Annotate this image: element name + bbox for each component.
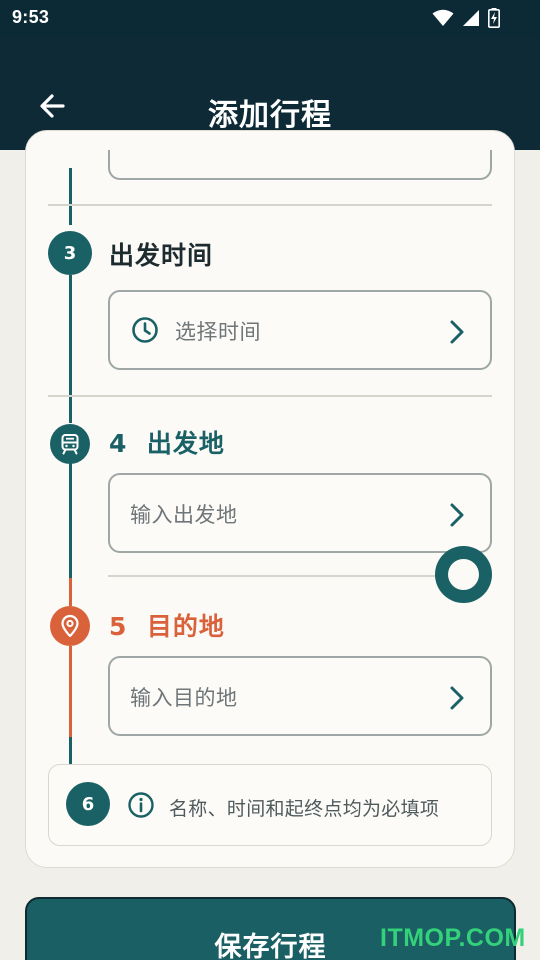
signal-icon [462, 9, 480, 31]
destination-title: 目的地 [146, 612, 225, 641]
chevron-right-icon [450, 320, 464, 344]
section-divider [108, 575, 438, 577]
destination-field[interactable]: 输入目的地 [108, 656, 492, 736]
step-number-3: 3 [48, 231, 92, 275]
status-time: 9:53 [12, 7, 50, 27]
timeline-line [69, 275, 72, 423]
timeline-line [69, 460, 72, 578]
origin-field[interactable]: 输入出发地 [108, 473, 492, 553]
step-number-4: 4 [109, 429, 128, 458]
required-note-box: 名称、时间和起终点均为必填项 [48, 764, 492, 846]
section-divider [48, 395, 492, 397]
step-number-6: 6 [66, 782, 110, 826]
section-title-destination: 5 目的地 [109, 607, 225, 643]
timeline-line [69, 646, 72, 737]
departure-time-field[interactable]: 选择时间 [108, 290, 492, 370]
destination-placeholder: 输入目的地 [130, 686, 238, 710]
previous-field[interactable] [108, 150, 492, 180]
train-icon [50, 424, 90, 464]
info-icon [127, 791, 155, 823]
section-title-origin: 4 出发地 [109, 424, 225, 460]
section-divider [48, 204, 492, 206]
timeline-line [69, 168, 72, 225]
wifi-icon [432, 9, 454, 31]
required-note-text: 名称、时间和起终点均为必填项 [169, 798, 440, 820]
origin-title: 出发地 [146, 429, 225, 458]
battery-charging-icon [488, 8, 500, 32]
page-title: 添加行程 [208, 98, 332, 133]
location-pin-icon [50, 606, 90, 646]
fab-inner-circle [448, 559, 479, 590]
status-icons [432, 8, 500, 32]
departure-time-placeholder: 选择时间 [175, 320, 261, 344]
watermark-logo: ITMOP.COM [380, 924, 526, 952]
section-title-departure-time: 出发时间 [109, 241, 214, 270]
step-number-5: 5 [109, 612, 128, 641]
chevron-right-icon [450, 686, 464, 710]
status-bar: 9:53 [0, 0, 540, 36]
timeline-line [69, 578, 72, 606]
chevron-right-icon [450, 503, 464, 527]
origin-placeholder: 输入出发地 [130, 503, 238, 527]
clock-icon [131, 316, 159, 348]
floating-action-button[interactable] [435, 546, 492, 603]
